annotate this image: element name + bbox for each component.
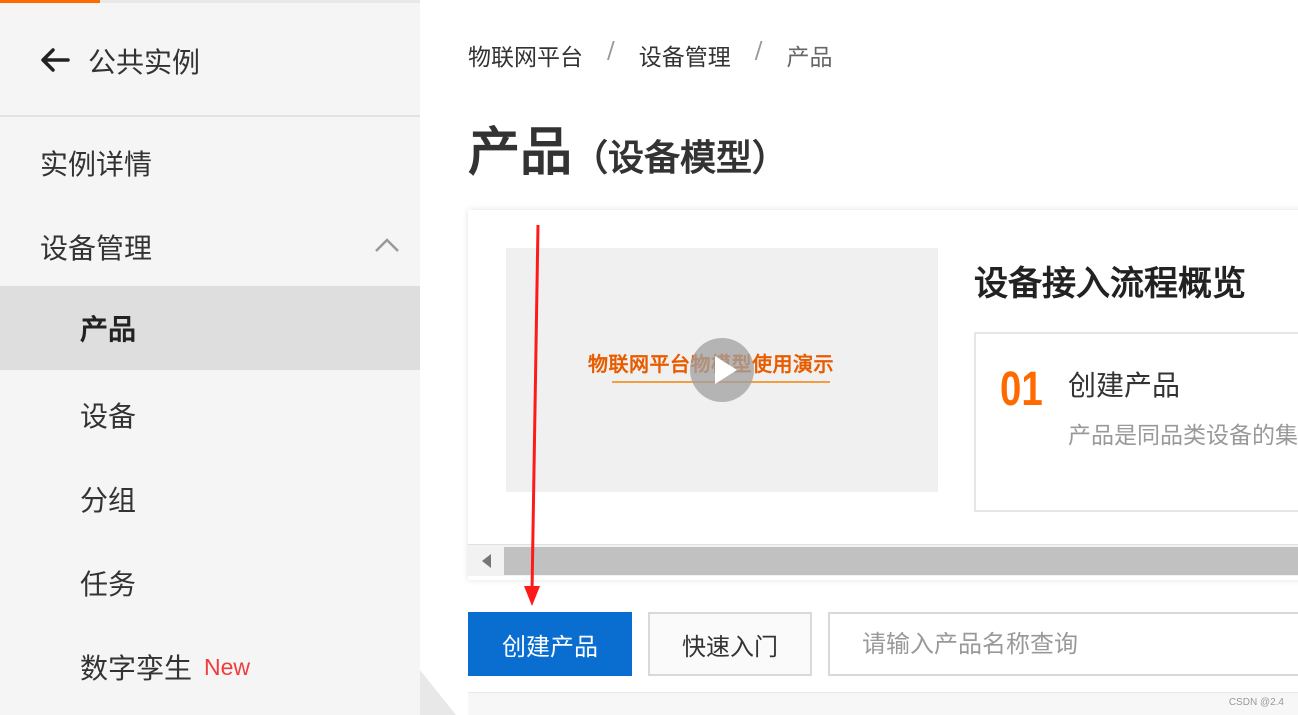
sidebar-item-digital-twin[interactable]: 数字孪生 New [0, 625, 420, 709]
sidebar-item-label: 设备管理 [40, 232, 153, 265]
breadcrumb-products: 产品 [786, 45, 833, 71]
quick-start-button[interactable]: 快速入门 [648, 612, 812, 676]
play-icon [715, 356, 737, 384]
sidebar-item-label: 任务 [80, 568, 137, 601]
sidebar-item-groups[interactable]: 分组 [0, 457, 420, 541]
sidebar-collapse-handle[interactable] [420, 670, 456, 715]
caret-left-icon [482, 554, 491, 568]
page-title: 产品（设备模型） [468, 110, 788, 185]
step-name: 创建产品 [1068, 369, 1181, 402]
sidebar-item-instance-details[interactable]: 实例详情 [0, 121, 420, 205]
arrow-left-icon[interactable] [40, 47, 70, 73]
breadcrumb-separator: / [607, 38, 615, 64]
scroll-left-button[interactable] [468, 545, 504, 577]
watermark: CSDN @2.4 [1228, 697, 1284, 708]
onboarding-card: 物联网平台物模型使用演示 设备接入流程概览 01 创建产品 产品是同品类设备的集 [468, 210, 1298, 580]
breadcrumb-iot-platform[interactable]: 物联网平台 [468, 38, 583, 72]
sidebar-item-products[interactable]: 产品 [0, 286, 420, 370]
new-badge: New [204, 653, 251, 680]
video-thumbnail[interactable]: 物联网平台物模型使用演示 [506, 248, 938, 492]
step-card[interactable]: 01 创建产品 产品是同品类设备的集 [974, 332, 1298, 512]
breadcrumb-separator: / [754, 38, 763, 64]
sidebar-title: 公共实例 [88, 46, 201, 79]
sidebar-header: 公共实例 [0, 3, 420, 117]
create-product-button[interactable]: 创建产品 [468, 612, 632, 676]
sidebar-item-tasks[interactable]: 任务 [0, 541, 420, 625]
sidebar: 公共实例 实例详情 设备管理 产品 设备 分组 任务 数字孪生 New [0, 3, 420, 715]
sidebar-item-label: 分组 [80, 484, 137, 517]
product-search-input[interactable] [828, 612, 1298, 676]
step-description: 产品是同品类设备的集 [1068, 423, 1298, 449]
play-button[interactable] [690, 338, 754, 402]
page-title-sub: （设备模型） [572, 138, 789, 179]
scrollbar-thumb[interactable] [504, 547, 1298, 575]
chevron-up-icon [375, 238, 399, 252]
sidebar-item-label: 实例详情 [40, 148, 153, 181]
breadcrumb-device-management[interactable]: 设备管理 [639, 38, 731, 72]
flow-overview-title: 设备接入流程概览 [974, 264, 1246, 304]
sidebar-item-device-management[interactable]: 设备管理 [0, 205, 420, 289]
sidebar-item-label: 数字孪生 [80, 652, 193, 685]
step-number: 01 [1000, 363, 1043, 416]
sidebar-item-devices[interactable]: 设备 [0, 373, 420, 457]
sidebar-item-label: 设备 [80, 400, 137, 433]
app-root: 公共实例 实例详情 设备管理 产品 设备 分组 任务 数字孪生 New 物联网平… [0, 0, 1298, 715]
breadcrumb: 物联网平台 / 设备管理 / 产品 [468, 38, 833, 72]
table-header-strip [468, 692, 1298, 715]
sidebar-item-label: 产品 [80, 313, 137, 346]
horizontal-scrollbar[interactable] [468, 544, 1298, 576]
page-title-main: 产品 [468, 123, 573, 183]
